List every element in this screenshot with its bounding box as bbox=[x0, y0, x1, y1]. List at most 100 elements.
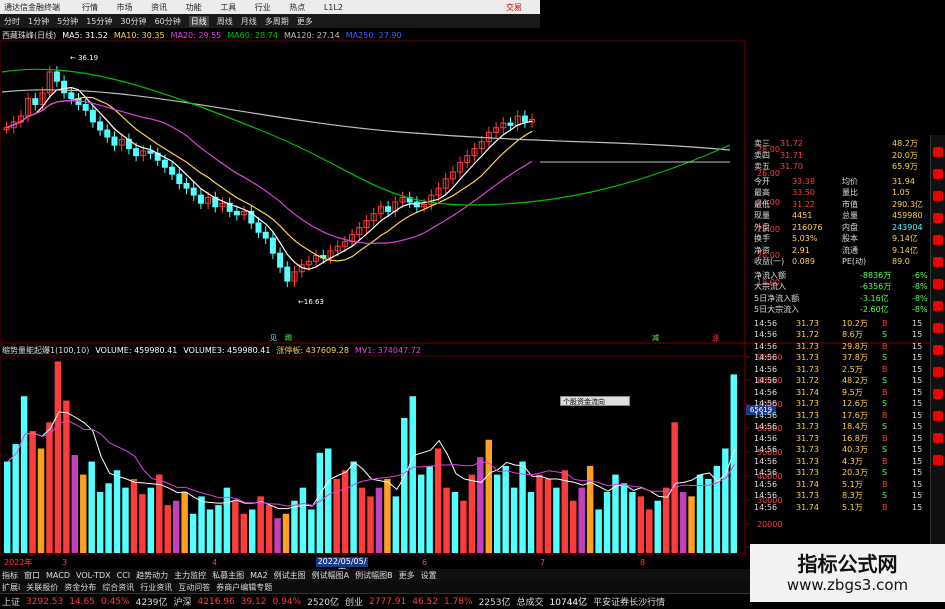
volume-bar bbox=[434, 448, 442, 553]
tick-time: 14:56 bbox=[754, 341, 778, 351]
toolbar-icon-1[interactable] bbox=[933, 147, 943, 157]
date-axis-label: 2022年 bbox=[4, 557, 32, 567]
candle-body bbox=[183, 182, 190, 189]
menu-item-hot[interactable]: 热点 bbox=[289, 3, 305, 12]
vol-indicator-name[interactable]: 缩势量能起爆1(100,10) bbox=[2, 345, 89, 356]
stock-name[interactable]: 西藏珠峰(日线) bbox=[2, 30, 56, 41]
info-tab[interactable]: 互动问答 bbox=[178, 582, 210, 593]
menu-item-tools[interactable]: 工具 bbox=[220, 3, 236, 12]
info-tab[interactable]: 关联报价 bbox=[26, 582, 58, 593]
tick-count: 15 bbox=[912, 491, 923, 500]
menu-item-l1l2[interactable]: L1L2 bbox=[324, 3, 343, 12]
menu-item-industry[interactable]: 行业 bbox=[255, 3, 271, 12]
info-tab[interactable]: 扩展ⅰ bbox=[2, 582, 20, 593]
hs-index-change: 39.12 bbox=[240, 596, 267, 607]
toolbar-icon-9[interactable] bbox=[933, 323, 943, 333]
indicator-tab[interactable]: 私募主图 bbox=[212, 570, 244, 581]
tick-volume: 18.4万 bbox=[842, 422, 868, 431]
period-30min[interactable]: 30分钟 bbox=[120, 16, 146, 27]
period-5min[interactable]: 5分钟 bbox=[57, 16, 78, 27]
period-60min[interactable]: 60分钟 bbox=[155, 16, 181, 27]
stat-value: 0.089 bbox=[792, 257, 815, 266]
indicator-tab[interactable]: 主力监控 bbox=[174, 570, 206, 581]
volume-bar bbox=[164, 505, 171, 553]
window-titlebar: 通达信金融终端 行情 市场 资讯 功能 工具 行业 热点 L1L2 交易 bbox=[0, 0, 540, 14]
tick-side: B bbox=[882, 318, 888, 328]
period-more[interactable]: 更多 bbox=[297, 16, 313, 27]
indicator-tab[interactable]: CCI bbox=[117, 571, 131, 580]
tick-count: 15 bbox=[912, 479, 923, 489]
tick-count: 15 bbox=[912, 364, 923, 374]
toolbar-icon-3[interactable] bbox=[933, 191, 943, 201]
tick-volume: 16.8万 bbox=[842, 433, 868, 443]
indicator-tab[interactable]: 窗口 bbox=[24, 570, 40, 581]
stat-value-2: 9.14亿 bbox=[892, 245, 918, 255]
indicator-tab[interactable]: 趋势动力 bbox=[136, 570, 168, 581]
tick-volume: 10.2万 bbox=[842, 318, 868, 328]
toolbar-icon-7[interactable] bbox=[933, 279, 943, 289]
sh-index-amount: 4239亿 bbox=[135, 598, 168, 608]
hs-index-pct: 0.94% bbox=[272, 596, 302, 607]
volume-bar bbox=[130, 478, 138, 553]
indicator-tab[interactable]: 设置 bbox=[421, 570, 437, 581]
indicator-tab[interactable]: 例试幅图A bbox=[312, 570, 349, 581]
tick-row: 14:56 31.73 16.8万 B 15 bbox=[752, 433, 930, 444]
volume-bar bbox=[63, 400, 70, 553]
volume-bar bbox=[341, 470, 349, 553]
period-day[interactable]: 日线 bbox=[188, 15, 209, 27]
info-tab[interactable]: 综合资讯 bbox=[102, 582, 134, 593]
cy-index-change: 46.52 bbox=[412, 596, 438, 607]
period-week[interactable]: 周线 bbox=[217, 16, 233, 27]
period-15min[interactable]: 15分钟 bbox=[86, 16, 112, 27]
stat-value: 33.50 bbox=[792, 188, 815, 197]
indicator-tab[interactable]: MA2 bbox=[250, 571, 267, 580]
candle-body bbox=[176, 173, 183, 184]
toolbar-icon-13[interactable] bbox=[933, 411, 943, 421]
indicator-tab[interactable]: 更多 bbox=[399, 570, 415, 581]
fund-flow-tooltip[interactable]: 个股资金流向 bbox=[560, 396, 630, 406]
period-month[interactable]: 月线 bbox=[241, 16, 257, 27]
toolbar-icon-2[interactable] bbox=[933, 169, 943, 179]
menu-item-function[interactable]: 功能 bbox=[186, 3, 202, 12]
toolbar-icon-14[interactable] bbox=[933, 433, 943, 443]
trade-button[interactable]: 交易 bbox=[506, 2, 522, 13]
tick-row: 14:56 31.73 40.3万 S 15 bbox=[752, 444, 930, 455]
indicator-tab[interactable]: VOL-TDX bbox=[76, 571, 111, 580]
toolbar-icon-10[interactable] bbox=[933, 345, 943, 355]
ma20-label: MA20: 29.55 bbox=[170, 30, 222, 40]
toolbar-icon-5[interactable] bbox=[933, 235, 943, 245]
indicator-tab[interactable]: 指标 bbox=[2, 570, 18, 581]
candle-body bbox=[111, 136, 118, 146]
tick-side: B bbox=[882, 364, 888, 374]
stat-row: 最低 31.22 市值 290.3亿 bbox=[752, 199, 930, 210]
period-1min[interactable]: 1分钟 bbox=[28, 16, 49, 27]
toolbar-icon-15[interactable] bbox=[933, 455, 943, 465]
toolbar-icon-8[interactable] bbox=[933, 301, 943, 311]
indicator-tab[interactable]: 例试幅图B bbox=[355, 570, 393, 581]
volume-bar bbox=[20, 396, 28, 553]
toolbar-icon-12[interactable] bbox=[933, 389, 943, 399]
menu-item-market[interactable]: 市场 bbox=[117, 3, 133, 12]
cy-index-name[interactable]: 创业 bbox=[345, 595, 363, 608]
toolbar-icon-4[interactable] bbox=[933, 213, 943, 223]
toolbar-icon-11[interactable] bbox=[933, 367, 943, 377]
ask-row: 卖五 31.70 65.9万 bbox=[752, 161, 930, 172]
tick-price: 31.73 bbox=[796, 364, 819, 374]
info-tab[interactable]: 资金分布 bbox=[64, 582, 96, 593]
tick-time: 14:56 bbox=[754, 479, 778, 489]
tick-row: 14:56 31.74 5.1万 B 15 bbox=[752, 479, 930, 490]
menu-item-news[interactable]: 资讯 bbox=[151, 3, 167, 12]
toolbar-icon-6[interactable] bbox=[933, 257, 943, 267]
volume-bar bbox=[561, 470, 569, 553]
sh-index-name[interactable]: 上证 bbox=[2, 595, 20, 608]
indicator-tab[interactable]: MACD bbox=[46, 571, 70, 580]
volume-bar bbox=[206, 509, 214, 553]
period-multi[interactable]: 多周期 bbox=[265, 16, 289, 27]
info-tab[interactable]: 行业资讯 bbox=[140, 582, 172, 593]
menu-item-hq[interactable]: 行情 bbox=[82, 3, 98, 12]
info-tab[interactable]: 券商户编辑专题 bbox=[216, 582, 272, 593]
indicator-tab[interactable]: 例试主图 bbox=[274, 570, 306, 581]
period-tick[interactable]: 分时 bbox=[4, 16, 20, 27]
hs-index-name[interactable]: 沪深 bbox=[174, 595, 192, 608]
flow-pct: -8% bbox=[912, 293, 928, 303]
